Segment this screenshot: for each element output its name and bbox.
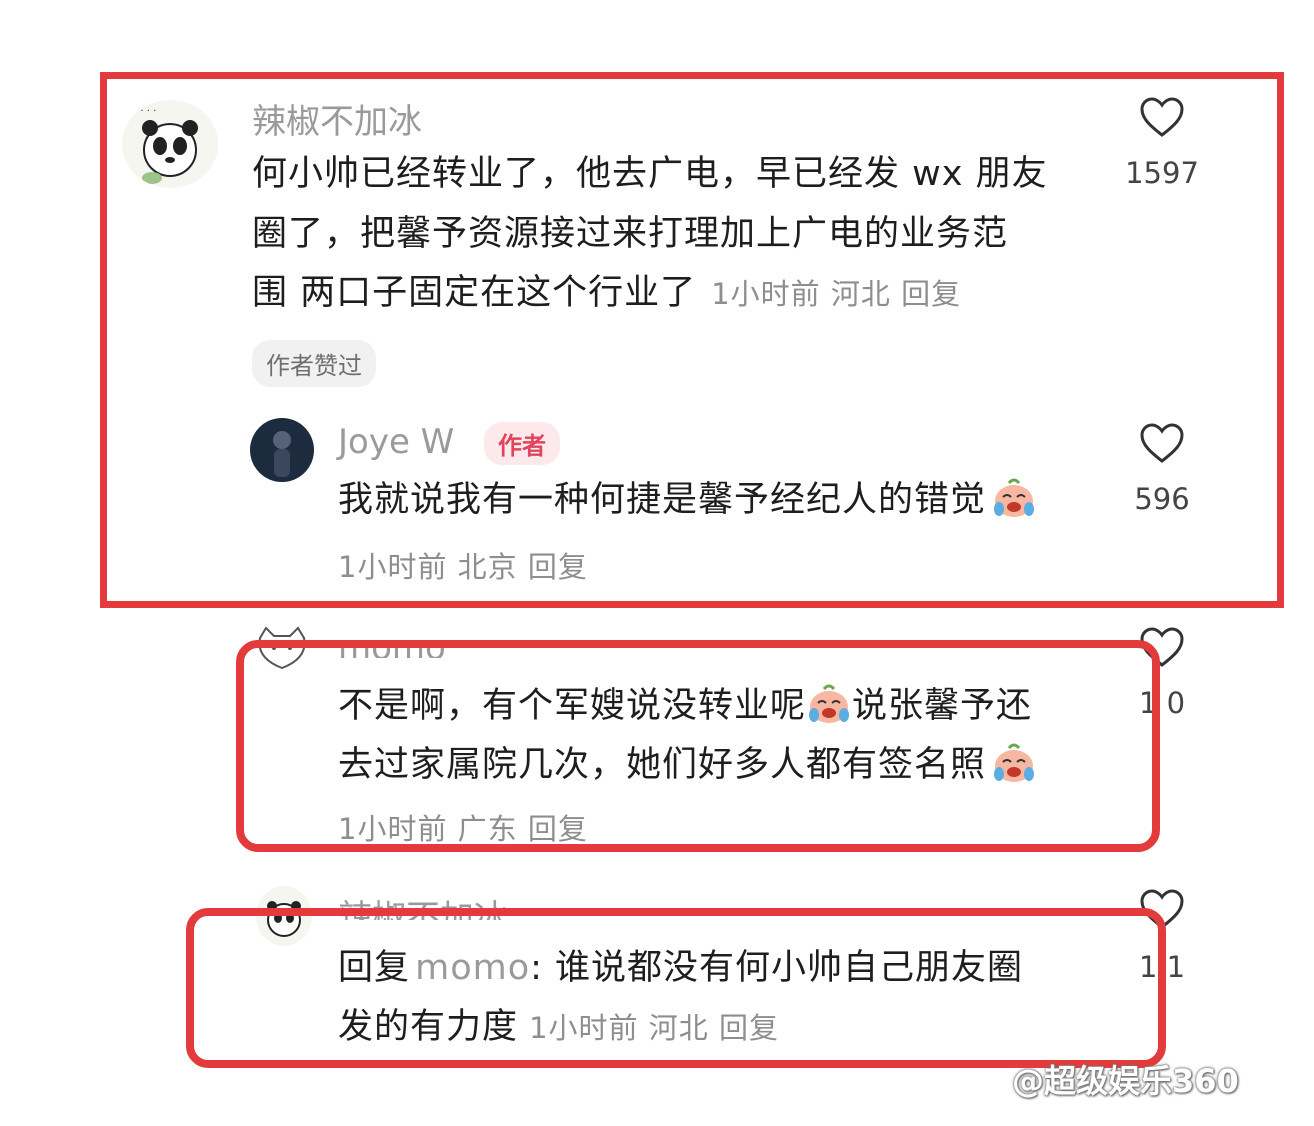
watermark: @超级娱乐360 <box>1012 1062 1239 1100</box>
highlight-frame <box>236 640 1160 852</box>
highlight-frame <box>186 908 1166 1068</box>
highlight-frame <box>100 72 1284 608</box>
